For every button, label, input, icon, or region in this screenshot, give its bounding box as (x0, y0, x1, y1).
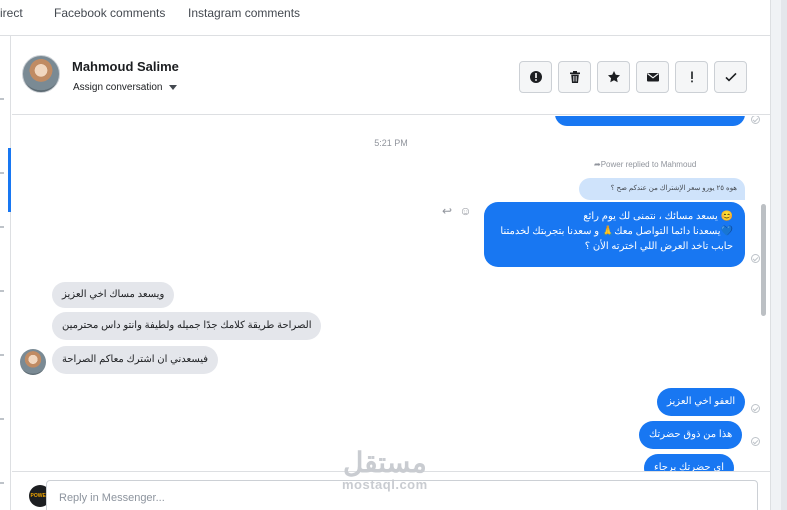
message-bubble-outgoing[interactable]: اي حضرتك يرجاء (644, 454, 734, 471)
exclamation-icon (690, 71, 693, 83)
seen-check-icon (751, 116, 760, 124)
channel-tabs: irect Facebook comments Instagram commen… (0, 0, 770, 36)
quoted-message[interactable]: هوه ٢٥ يورو سعر الإشتراك من عندكم صح ؟ (579, 178, 745, 200)
message-bubble-outgoing[interactable]: هذا من ذوق حضرتك (639, 421, 743, 449)
message-bubble-outgoing[interactable]: 😊 يسعد مسائك ، نتمنى لك يوم رائع 💙يسعدنا… (484, 202, 745, 267)
right-panel-scroll-track[interactable] (781, 0, 787, 510)
list-item-marker (0, 172, 4, 174)
seen-check-icon (751, 404, 760, 413)
emoji-reaction-icon[interactable]: ☺ (459, 204, 471, 218)
inbox-window: irect Facebook comments Instagram commen… (0, 0, 787, 510)
active-conversation-indicator (8, 148, 11, 212)
contact-name[interactable]: Mahmoud Salime (72, 59, 179, 74)
envelope-icon (646, 73, 659, 82)
avatar[interactable] (20, 349, 46, 375)
assign-label: Assign conversation (73, 82, 163, 93)
assign-conversation-dropdown[interactable]: Assign conversation (73, 82, 177, 93)
delete-button[interactable] (558, 61, 591, 93)
check-icon (724, 72, 737, 82)
tab-direct[interactable]: irect (0, 6, 23, 20)
reply-input[interactable] (46, 480, 758, 510)
message-actions: ↩ ☺ (442, 204, 472, 218)
thread-scrollbar[interactable] (761, 204, 766, 316)
message-bubble-incoming[interactable]: فيسعدني ان اشترك معاكم الصراحة (52, 346, 219, 374)
reply-attribution: ➦Power replied to Mahmoud (594, 160, 696, 169)
tab-instagram-comments[interactable]: Instagram comments (188, 6, 300, 20)
reply-attribution-text: Power replied to Mahmoud (600, 160, 697, 169)
message-line: 😊 يسعد مسائك ، نتمنى لك يوم رائع (583, 211, 733, 222)
message-timestamp: 5:21 PM (374, 138, 408, 148)
right-panel-edge (770, 0, 787, 510)
star-button[interactable] (597, 61, 630, 93)
reply-arrow-icon: ➦ (594, 160, 601, 169)
mark-done-button[interactable] (714, 61, 747, 93)
list-item-marker (0, 418, 4, 420)
message-thread[interactable]: 5:21 PM ➦Power replied to Mahmoud هوه ٢٥… (12, 116, 770, 471)
list-item-marker (0, 290, 4, 292)
list-item-marker (0, 226, 4, 228)
follow-up-button[interactable] (675, 61, 708, 93)
trash-icon (569, 71, 580, 83)
message-bubble-incoming[interactable]: ويسعد مساك اخي العزيز (52, 282, 175, 308)
seen-check-icon (751, 437, 760, 446)
conversation-list-edge (0, 36, 11, 510)
mark-unread-button[interactable] (636, 61, 669, 93)
list-item-marker (0, 98, 4, 100)
mark-spam-button[interactable] (519, 61, 552, 93)
message-bubble-outgoing[interactable]: العفو اخي العزيز (657, 388, 746, 416)
message-line: 💙يسعدنا دائما التواصل معك🙏 و سعدنا بتجرب… (500, 226, 733, 237)
avatar[interactable] (22, 55, 60, 93)
message-bubble-incoming[interactable]: الصراحة طريقة كلامك جدًا جميله ولطيفة وا… (52, 312, 322, 340)
message-line: حابب تاخد العرض اللي اخترته الأن ؟ (584, 241, 733, 252)
tab-facebook-comments[interactable]: Facebook comments (54, 6, 165, 20)
conversation-header: Mahmoud Salime Assign conversation (12, 37, 770, 115)
list-item-marker (0, 354, 4, 356)
reply-composer: POWER (12, 471, 770, 510)
caret-down-icon (168, 84, 177, 90)
list-item-marker (0, 482, 4, 484)
message-bubble-outgoing[interactable] (555, 116, 745, 126)
reply-icon[interactable]: ↩ (442, 204, 452, 218)
conversation-actions (519, 61, 747, 93)
seen-check-icon (751, 254, 760, 263)
alert-circle-icon (529, 71, 542, 83)
star-icon (607, 71, 620, 83)
